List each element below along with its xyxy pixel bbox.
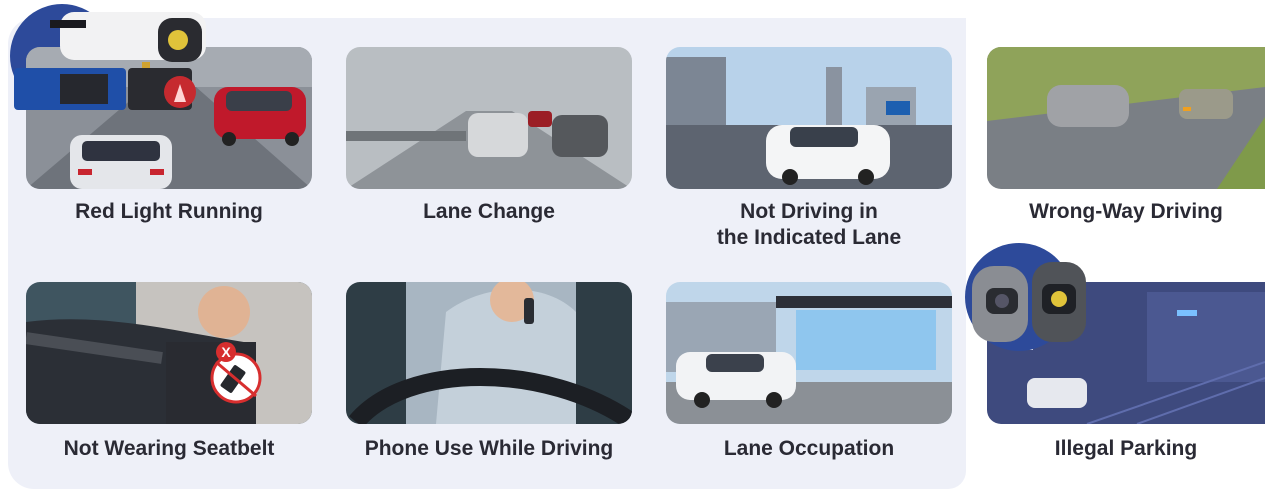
card-not-wearing-seatbelt[interactable]	[26, 282, 312, 424]
label-red-light-running: Red Light Running	[75, 200, 263, 223]
card-lane-change[interactable]	[346, 47, 632, 189]
seatbelt-image	[26, 282, 312, 424]
lane-change-image	[346, 47, 632, 189]
label-not-wearing-seatbelt: Not Wearing Seatbelt	[63, 437, 275, 460]
card-phone-use-while-driving[interactable]	[346, 282, 632, 424]
label-phone-use-while-driving: Phone Use While Driving	[364, 437, 614, 460]
ptz-camera-icon	[972, 262, 1086, 342]
no-seatbelt-icon: X	[210, 342, 262, 404]
anpr-camera-icon	[14, 12, 206, 110]
label-lane-change: Lane Change	[423, 200, 555, 223]
red-car-icon	[214, 87, 306, 146]
white-suv-icon	[70, 135, 172, 189]
lane-occupation-image	[666, 282, 952, 424]
wrong-way-driving-image	[987, 47, 1265, 189]
label-lane-occupation: Lane Occupation	[723, 437, 895, 460]
label-wrong-way-driving: Wrong-Way Driving	[1029, 200, 1223, 223]
svg-text:X: X	[221, 344, 231, 360]
indicated-lane-image	[666, 47, 952, 189]
white-sedan-icon	[766, 125, 890, 185]
label-not-driving-in-indicated-lane: Not Driving in the Indicated Lane	[666, 199, 952, 251]
label-line-1: Not Driving in	[740, 200, 878, 223]
card-not-driving-in-indicated-lane[interactable]	[666, 47, 952, 189]
label-illegal-parking: Illegal Parking	[1054, 437, 1198, 460]
card-wrong-way-driving[interactable]	[987, 47, 1265, 189]
label-line-2: the Indicated Lane	[716, 226, 902, 249]
card-lane-occupation[interactable]	[666, 282, 952, 424]
phone-use-image	[346, 282, 632, 424]
white-car-icon	[676, 352, 796, 408]
